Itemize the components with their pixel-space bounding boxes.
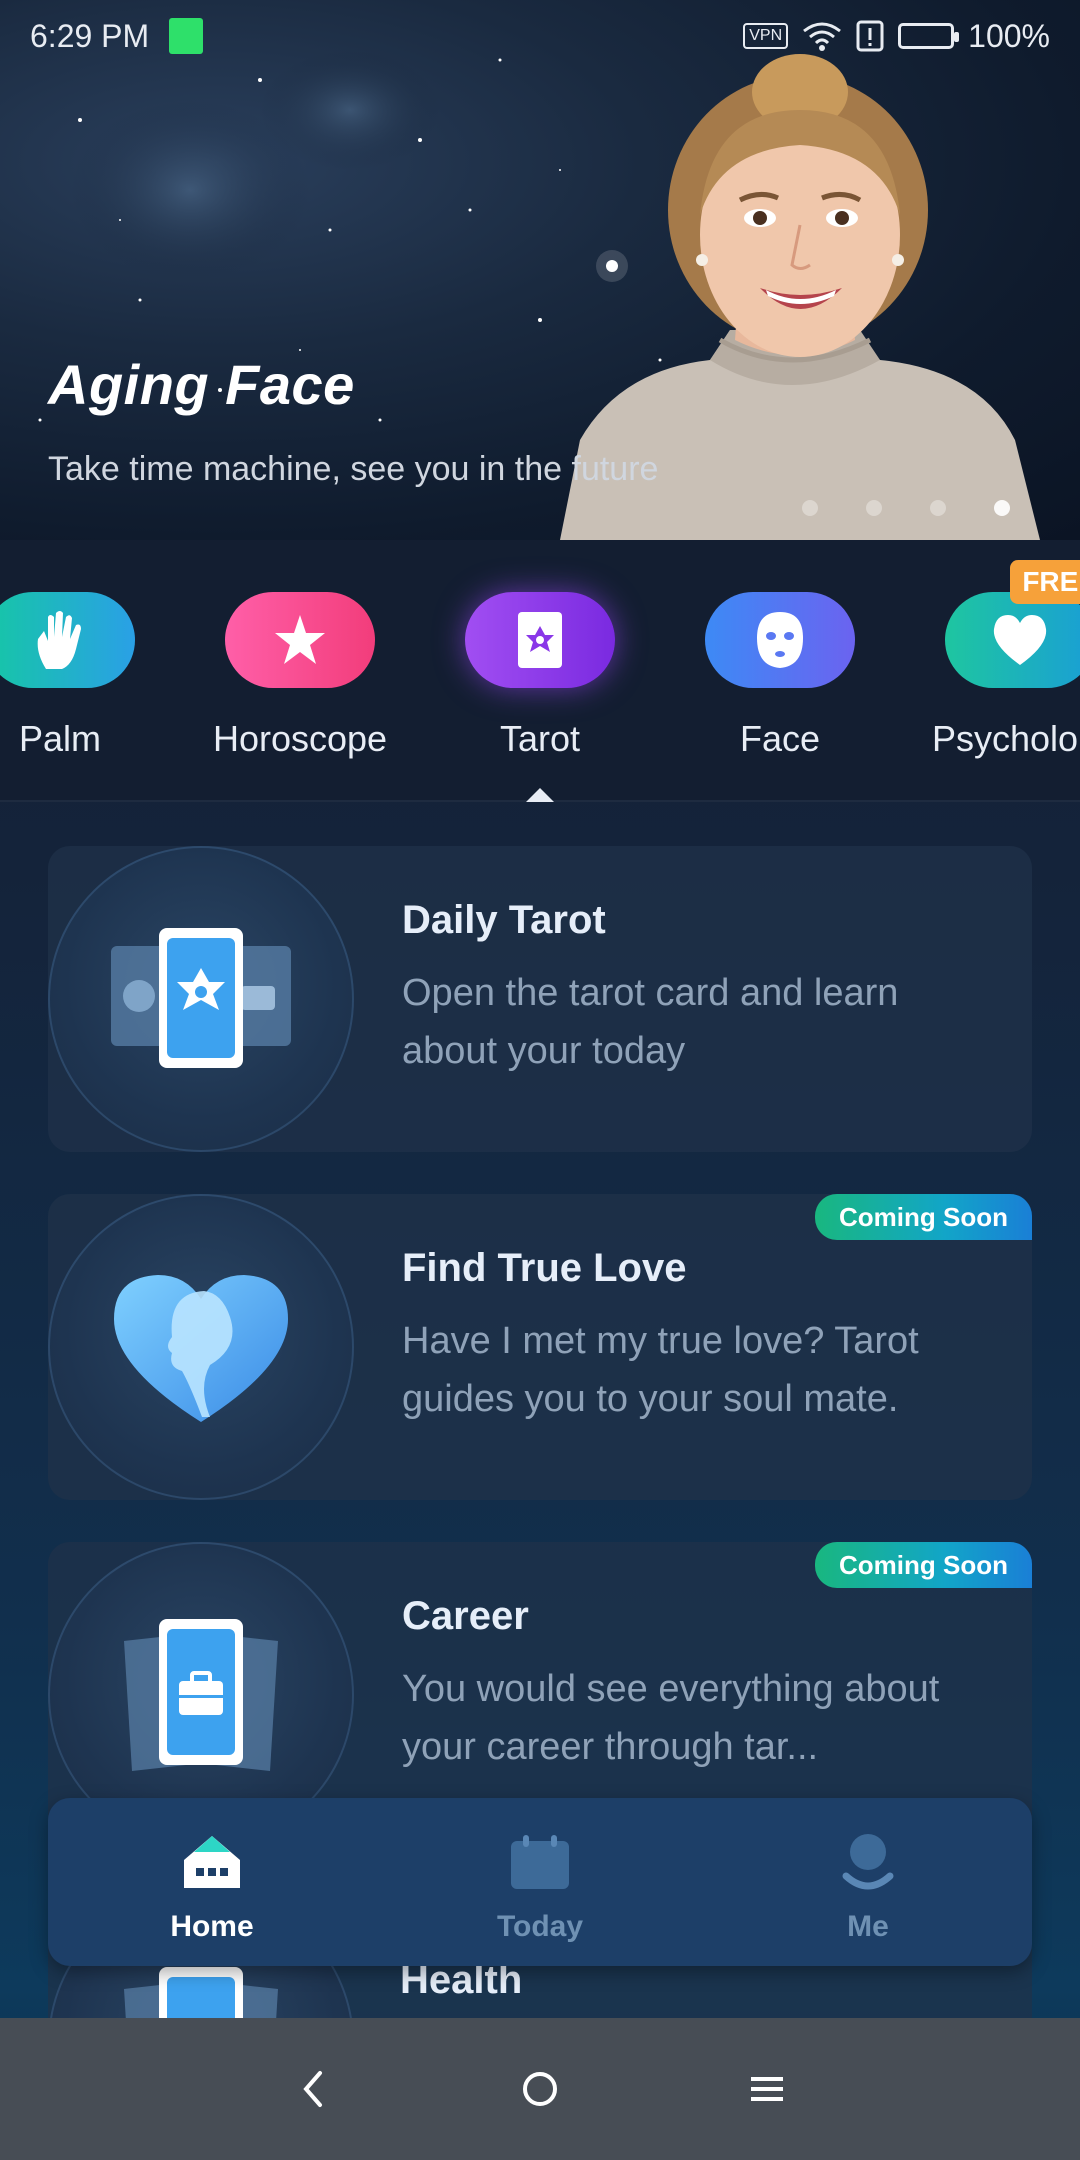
carousel-indicator (802, 500, 1010, 516)
card-daily-tarot[interactable]: Daily Tarot Open the tarot card and lear… (48, 846, 1032, 1152)
tab-label: Home (170, 1910, 254, 1943)
carousel-dot[interactable] (802, 500, 818, 516)
tarot-card-icon (465, 592, 615, 688)
category-palm[interactable]: Palm (0, 592, 160, 760)
card-find-true-love[interactable]: Coming Soon Find True Love Have I met my… (48, 1194, 1032, 1500)
category-label: Horoscope (212, 718, 388, 759)
card-illustration (48, 1194, 354, 1500)
coming-soon-badge: Coming Soon (815, 1194, 1032, 1240)
card-title: Career (402, 1594, 529, 1638)
status-icons: VPN 100% (743, 18, 1050, 55)
selected-category-indicator (526, 788, 554, 802)
wifi-icon (803, 22, 842, 51)
banner-subtitle: Take time machine, see you in the future (48, 450, 659, 488)
card-title: Find True Love (402, 1246, 687, 1290)
heart-profile-icon (114, 1275, 288, 1422)
battery-icon (898, 23, 960, 49)
back-button[interactable] (283, 2059, 343, 2119)
category-bar: Palm Horoscope Tarot Face FRE Psycholo (0, 540, 1080, 802)
back-icon (303, 2071, 323, 2107)
menu-button[interactable] (737, 2059, 797, 2119)
tarot-cards-icon (111, 928, 291, 1068)
heart-icon: FREE (945, 560, 1080, 688)
bottom-tab-bar: Home Today Me (48, 1798, 1032, 1966)
profile-icon (836, 1830, 900, 1894)
category-psychology[interactable]: FREE Psycholo... (920, 560, 1080, 760)
alert-icon (856, 20, 884, 52)
hand-icon (0, 592, 135, 688)
carousel-dot[interactable] (866, 500, 882, 516)
card-illustration (48, 846, 354, 1152)
category-label: Palm (18, 718, 102, 759)
carousel-dot-active[interactable] (994, 500, 1010, 516)
star-icon (225, 592, 375, 688)
card-title: Daily Tarot (402, 898, 606, 942)
category-face[interactable]: Face (680, 592, 880, 760)
tab-label: Today (496, 1910, 584, 1943)
menu-icon (750, 2077, 783, 2101)
coming-soon-badge: Coming Soon (815, 1542, 1032, 1588)
banner-title: Aging Face (48, 353, 355, 416)
tab-label: Me (847, 1910, 889, 1943)
card-description: You would see everything about your care… (402, 1668, 940, 1768)
career-cards-icon (124, 1619, 278, 1771)
app-screen: 6:29 PM VPN 100% Aging Face Take time ma… (0, 0, 1080, 2160)
status-bar: 6:29 PM VPN 100% (0, 0, 1080, 72)
sim-icon (169, 18, 204, 54)
category-label: Psycholo... (931, 718, 1080, 759)
home-nav-button[interactable] (510, 2059, 570, 2119)
category-label: Tarot (499, 718, 581, 759)
calendar-icon (508, 1830, 572, 1894)
circle-home-icon (522, 2072, 557, 2106)
battery-level: 100% (968, 17, 1050, 54)
vpn-icon: VPN (743, 23, 789, 49)
face-mask-icon (705, 592, 855, 688)
carousel-dot[interactable] (930, 500, 946, 516)
system-nav-bar (0, 2018, 1080, 2160)
home-icon (180, 1830, 244, 1894)
category-horoscope[interactable]: Horoscope (200, 592, 400, 760)
card-description: Open the tarot card and learn about your… (402, 972, 899, 1072)
category-tarot[interactable]: Tarot (440, 592, 640, 760)
tab-today[interactable]: Today (376, 1798, 704, 1966)
status-time: 6:29 PM (30, 17, 150, 54)
tab-home[interactable]: Home (48, 1798, 376, 1966)
free-badge: FREE (1010, 560, 1080, 604)
category-label: Face (739, 718, 821, 759)
tab-me[interactable]: Me (704, 1798, 1032, 1966)
hero-banner[interactable]: 6:29 PM VPN 100% Aging Face Take time ma… (0, 0, 1080, 540)
card-description: Have I met my true love? Tarot guides yo… (402, 1320, 919, 1420)
